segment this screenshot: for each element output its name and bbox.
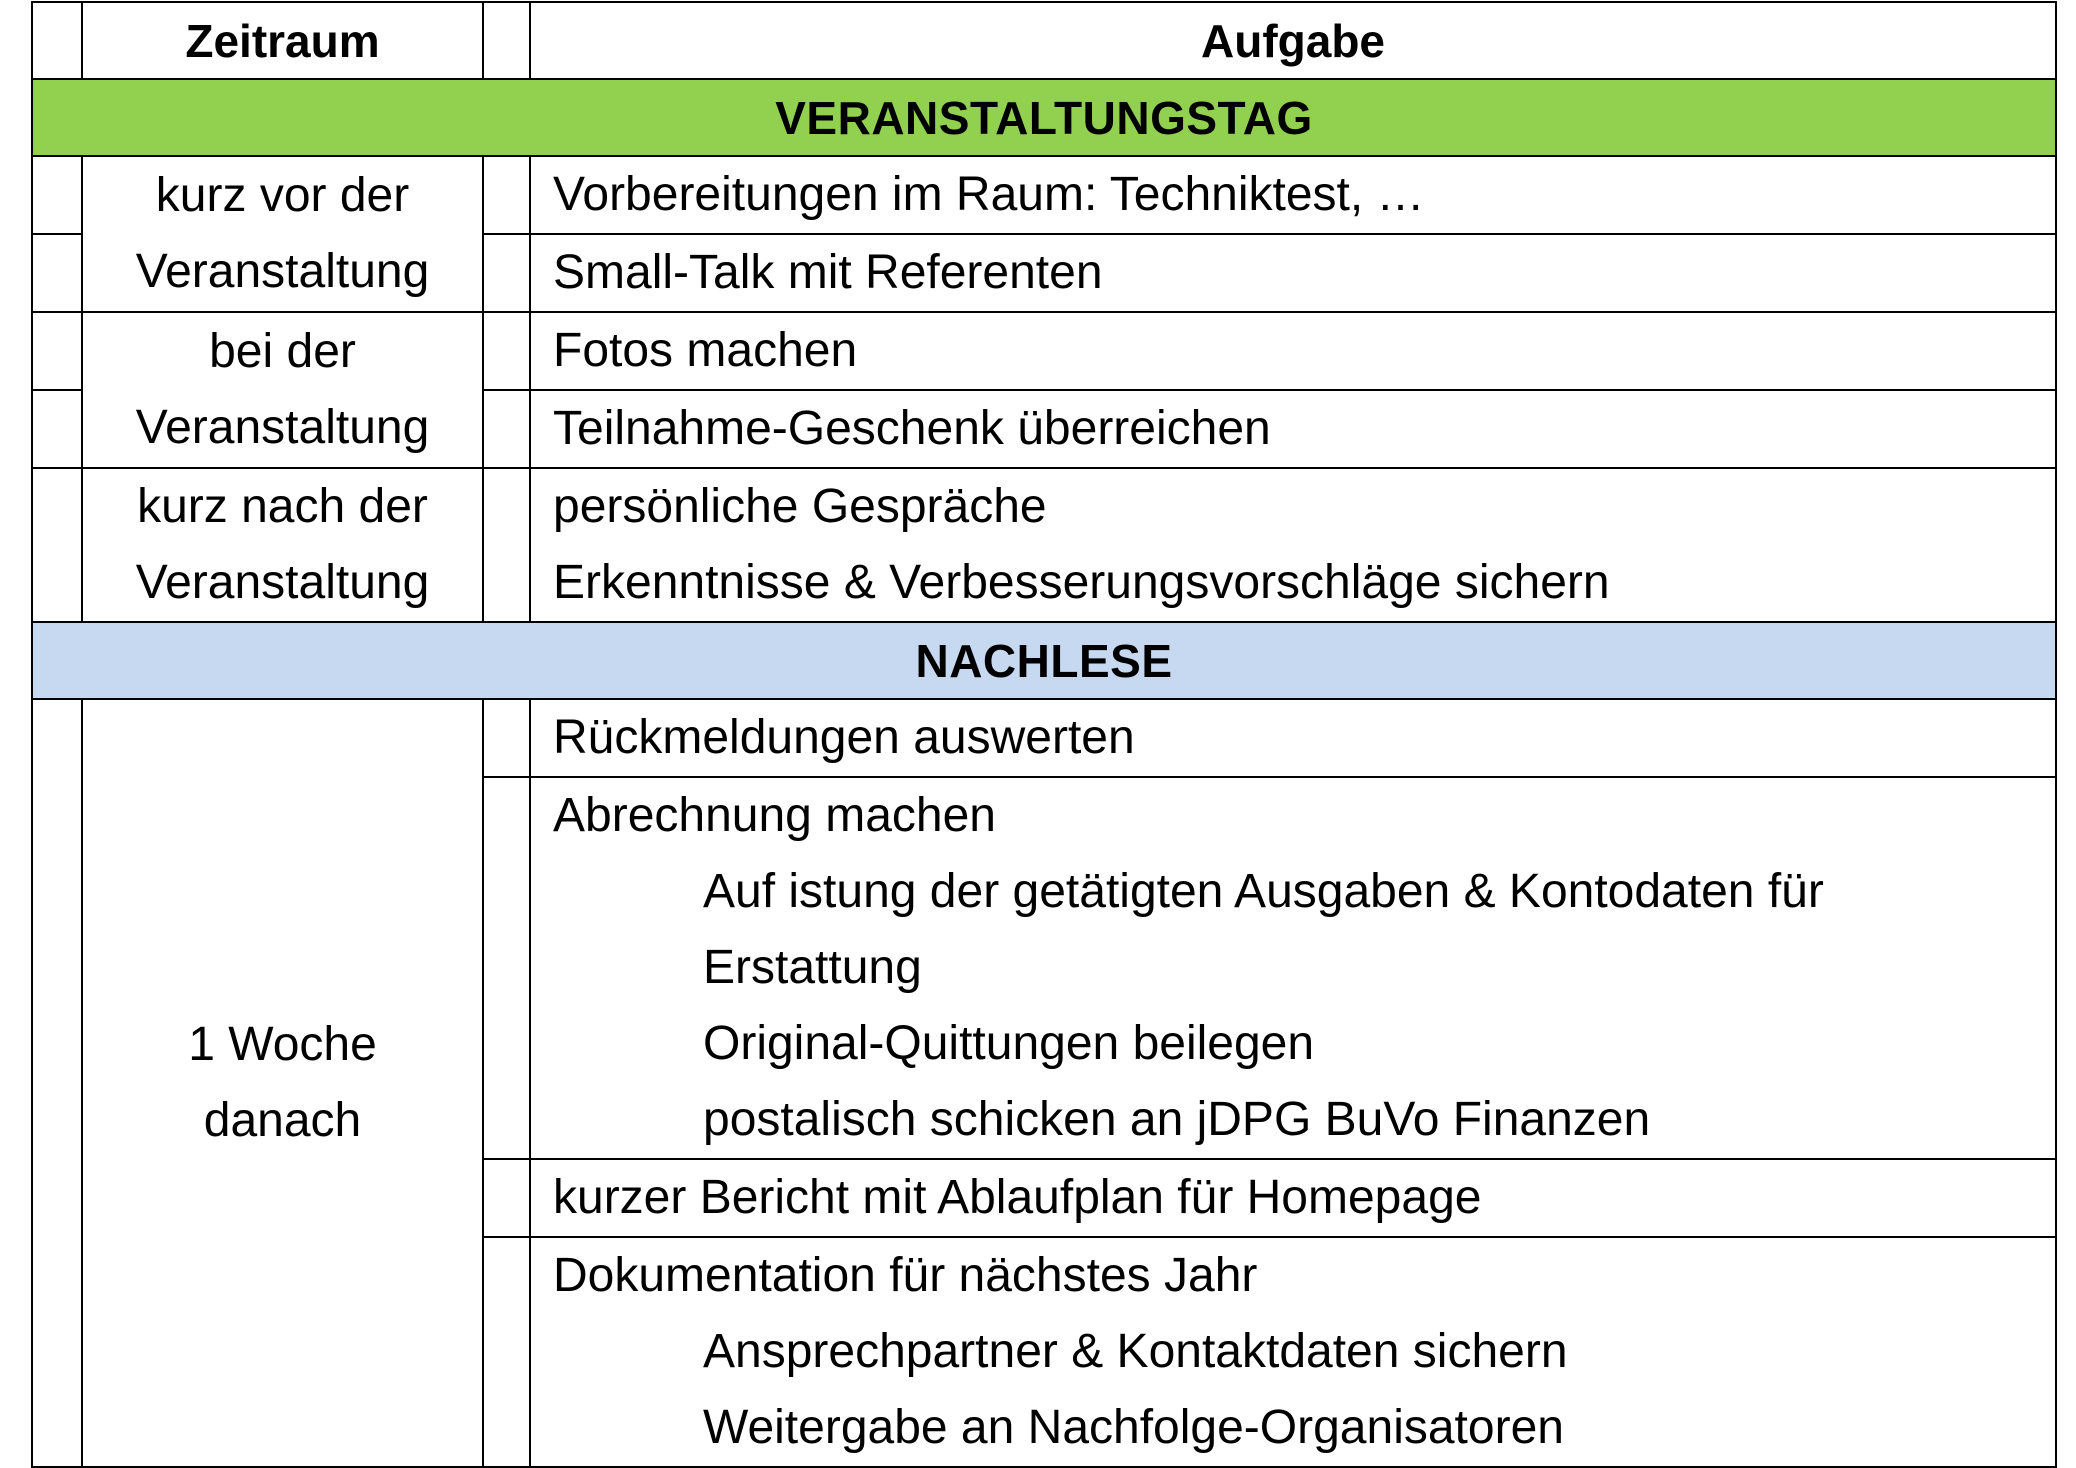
zeitraum-line: danach: [203, 1094, 362, 1147]
table-row: kurz vor der Veranstaltung Vorbereitunge…: [31, 155, 2057, 313]
task-cell: Vorbereitungen im Raum: Techniktest, …: [529, 155, 2057, 235]
task-cell: Abrechnung machen Auf istung der getätig…: [529, 776, 2057, 1160]
table-row: kurz nach der Veranstaltung persönliche …: [31, 467, 2057, 623]
checkbox-cell: [31, 311, 83, 391]
zeitraum-line: 1 Woche: [188, 1018, 377, 1071]
checkbox-cell: [482, 389, 531, 469]
header-zeitraum: Zeitraum: [81, 1, 484, 80]
checkbox-cell: [482, 1158, 531, 1238]
document-page: Zeitraum Aufgabe VERANSTALTUNGSTAG kurz …: [0, 0, 2076, 1468]
task-line: Erkenntnisse & Verbesserungsvorschläge s…: [553, 556, 1610, 609]
table-row: bei der Veranstaltung Fotos machen: [31, 311, 2057, 469]
zeitraum-line: Veranstaltung: [135, 556, 430, 609]
zeitraum-cell: kurz nach der Veranstaltung: [81, 467, 484, 623]
checkbox-cell: [482, 233, 531, 313]
checkbox-cell: [482, 776, 531, 1160]
zeitraum-cell: kurz vor der Veranstaltung: [81, 155, 484, 313]
checkbox-cell: [482, 311, 531, 391]
header-aufgabe: Aufgabe: [529, 1, 2057, 80]
task-line: Abrechnung machen: [553, 789, 996, 842]
zeitraum-line: Veranstaltung: [135, 245, 430, 298]
checkbox-cell: [31, 467, 83, 623]
task-cell: Dokumentation für nächstes Jahr Ansprech…: [529, 1236, 2057, 1468]
table-row: 1 Woche danach Rückmeldungen auswerten: [31, 698, 2057, 1468]
checkbox-cell: [31, 155, 83, 235]
subtask-line: Erstattung: [703, 941, 922, 994]
task-cell: Rückmeldungen auswerten: [529, 698, 2057, 778]
task-cell: kurzer Bericht mit Ablaufplan für Homepa…: [529, 1158, 2057, 1238]
zeitraum-cell: bei der Veranstaltung: [81, 311, 484, 469]
section-title-veranstaltungstag: VERANSTALTUNGSTAG: [31, 78, 2057, 157]
task-cell: Small-Talk mit Referenten: [529, 233, 2057, 313]
section-row-veranstaltungstag: VERANSTALTUNGSTAG: [31, 78, 2057, 157]
zeitraum-line: kurz vor der: [155, 169, 410, 222]
subtask-line: Auf istung der getätigten Ausgaben & Kon…: [703, 865, 1824, 918]
checkbox-cell: [482, 1236, 531, 1468]
checkbox-cell: [482, 1, 531, 80]
task-line: persönliche Gespräche: [553, 480, 1047, 533]
zeitraum-line: bei der: [209, 325, 356, 378]
checkbox-cell: [482, 467, 531, 623]
event-task-table: Zeitraum Aufgabe VERANSTALTUNGSTAG kurz …: [31, 1, 2057, 1468]
checkbox-cell: [31, 233, 83, 313]
checkbox-cell: [482, 698, 531, 778]
task-line: Dokumentation für nächstes Jahr: [553, 1249, 1258, 1302]
zeitraum-cell: 1 Woche danach: [81, 698, 484, 1468]
section-title-nachlese: NACHLESE: [31, 621, 2057, 700]
subtask-line: Original-Quittungen beilegen: [703, 1017, 1315, 1070]
task-cell: Teilnahme-Geschenk überreichen: [529, 389, 2057, 469]
task-cell: persönliche Gespräche Erkenntnisse & Ver…: [529, 467, 2057, 623]
zeitraum-line: Veranstaltung: [135, 401, 430, 454]
subtask-line: Weitergabe an Nachfolge-Organisatoren: [703, 1401, 1564, 1454]
section-row-nachlese: NACHLESE: [31, 621, 2057, 700]
table-header-row: Zeitraum Aufgabe: [31, 1, 2057, 80]
checkbox-cell: [31, 1, 83, 80]
checkbox-cell: [31, 389, 83, 469]
checkbox-cell: [482, 155, 531, 235]
subtask-line: postalisch schicken an jDPG BuVo Finanze…: [703, 1093, 1651, 1146]
checkbox-cell: [31, 698, 83, 1468]
zeitraum-line: kurz nach der: [137, 480, 428, 533]
task-cell: Fotos machen: [529, 311, 2057, 391]
subtask-line: Ansprechpartner & Kontaktdaten sichern: [703, 1325, 1568, 1378]
